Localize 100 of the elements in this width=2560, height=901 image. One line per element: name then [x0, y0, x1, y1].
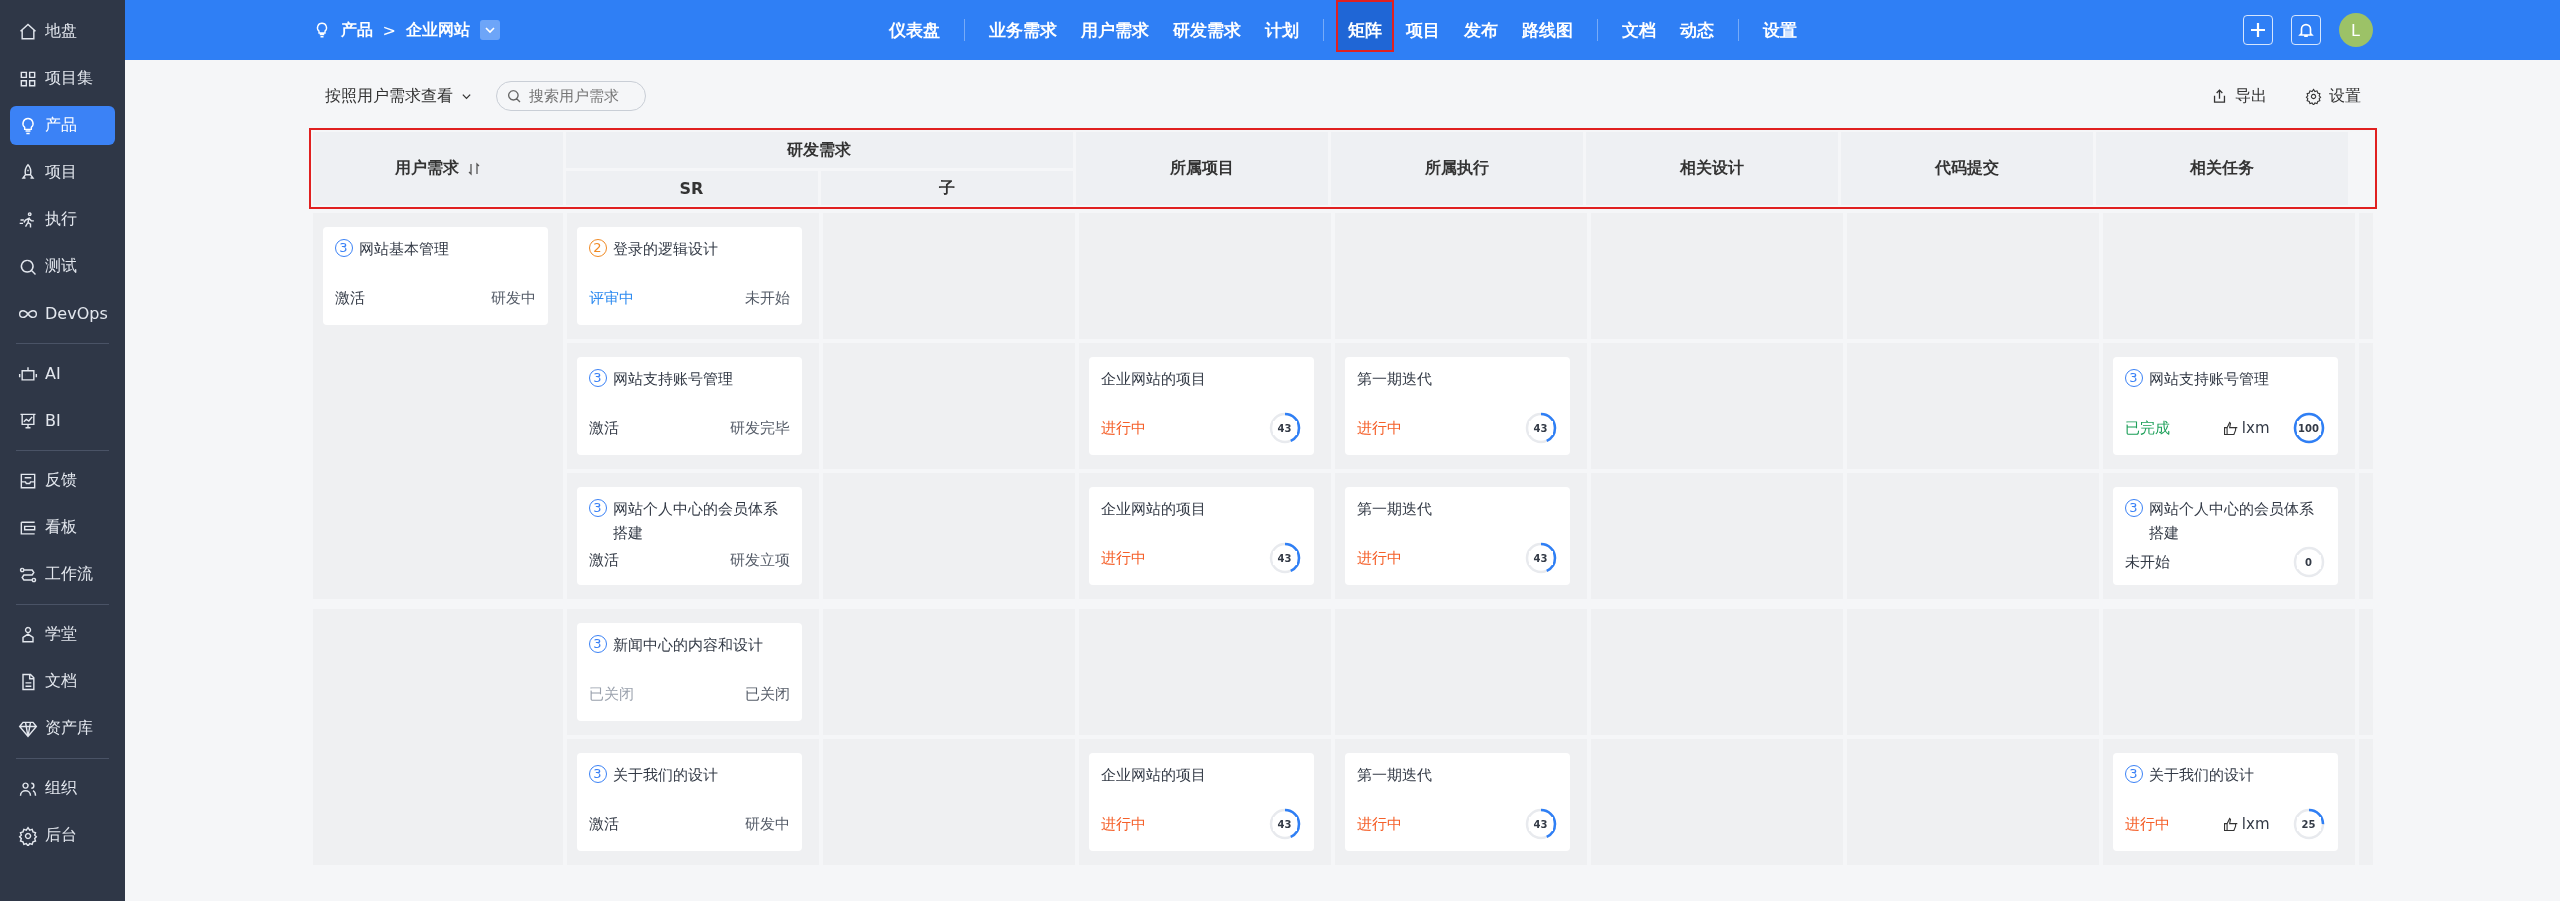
progress-value: 43	[1272, 817, 1297, 831]
export-button[interactable]: 导出	[2210, 85, 2267, 107]
card-title: 关于我们的设计	[612, 765, 718, 786]
stage-text: 研发完毕	[729, 418, 790, 438]
progress-value: 43	[1528, 551, 1553, 565]
column-header: 所属执行	[1330, 132, 1583, 205]
nav-tab[interactable]: 用户需求	[1068, 0, 1161, 52]
stage-text: 研发立项	[729, 550, 790, 570]
search-field[interactable]: 搜索用户需求	[495, 81, 646, 111]
card-title: 网站个人中心的会员体系搭建	[612, 499, 779, 544]
sidebar-item[interactable]: 资产库	[10, 709, 115, 748]
requirement-card[interactable]: 3 网站个人中心的会员体系搭建 激活 研发立项	[576, 487, 802, 585]
status-text: 进行中	[1356, 548, 1402, 568]
sidebar-item[interactable]: 反馈	[10, 461, 115, 500]
status-text: 进行中	[1100, 548, 1146, 568]
assignee-name: lxm	[2241, 419, 2270, 437]
task-card[interactable]: 3 网站个人中心的会员体系搭建 未开始 0	[2112, 487, 2338, 585]
project-card[interactable]: 第一期迭代 进行中 43	[1344, 357, 1570, 455]
project-card[interactable]: 企业网站的项目 进行中 43	[1088, 357, 1314, 455]
project-card[interactable]: 企业网站的项目 进行中 43	[1088, 753, 1314, 851]
status-text: 激活	[588, 814, 619, 834]
requirement-card[interactable]: 3 新闻中心的内容和设计 已关闭 已关闭	[576, 623, 802, 721]
requirement-card[interactable]: 3 网站支持账号管理 激活 研发完毕	[576, 357, 802, 455]
card-title: 企业网站的项目	[1100, 369, 1206, 390]
column-header: 代码提交	[1840, 132, 2093, 205]
add-button[interactable]	[2242, 15, 2273, 45]
card-title: 企业网站的项目	[1100, 499, 1206, 520]
sidebar-item[interactable]: DevOps	[10, 294, 115, 333]
sidebar-item[interactable]: 执行	[10, 200, 115, 239]
status-text: 进行中	[2124, 814, 2170, 834]
nav-tab[interactable]: 研发需求	[1160, 0, 1253, 52]
nav-tab[interactable]: 路线图	[1509, 0, 1585, 52]
card-title: 第一期迭代	[1356, 499, 1432, 520]
status-text: 进行中	[1100, 418, 1146, 438]
card-title: 登录的逻辑设计	[612, 239, 718, 260]
sidebar-item[interactable]: 组织	[10, 769, 115, 808]
stage-text: 研发中	[490, 288, 536, 308]
sidebar-item[interactable]: 地盘	[10, 12, 115, 51]
progress-value: 0	[2296, 555, 2321, 569]
task-card[interactable]: 3 网站支持账号管理 已完成 lxm 100	[2112, 357, 2338, 455]
notification-button[interactable]	[2290, 15, 2321, 45]
card-title: 网站个人中心的会员体系搭建	[2148, 499, 2315, 544]
view-dropdown[interactable]: 按照用户需求查看	[324, 85, 472, 107]
sidebar-item[interactable]: BI	[10, 401, 115, 440]
sidebar-item[interactable]: 项目集	[10, 59, 115, 98]
settings-button[interactable]: 设置	[2304, 85, 2361, 107]
nav-tab[interactable]: 文档	[1609, 0, 1668, 52]
column-header: SR	[565, 171, 818, 205]
settings-icon	[2304, 87, 2322, 105]
column-header[interactable]: 用户需求	[312, 132, 563, 205]
card-title: 第一期迭代	[1356, 765, 1432, 786]
project-card[interactable]: 第一期迭代 进行中 43	[1344, 753, 1570, 851]
column-header: 子	[820, 171, 1073, 205]
column-header: 相关设计	[1585, 132, 1838, 205]
pointing-hand-icon	[2221, 419, 2239, 437]
project-card[interactable]: 企业网站的项目 进行中 43	[1088, 487, 1314, 585]
requirement-card[interactable]: 2 登录的逻辑设计 评审中 未开始	[576, 227, 802, 325]
progress-value: 43	[1528, 421, 1553, 435]
sidebar-item[interactable]: 测试	[10, 247, 115, 286]
card-title: 新闻中心的内容和设计	[612, 635, 763, 656]
sidebar-item[interactable]: 文档	[10, 662, 115, 701]
sidebar-item[interactable]: AI	[10, 354, 115, 393]
card-title: 网站基本管理	[358, 239, 449, 260]
product-name[interactable]: 企业网站	[405, 19, 470, 41]
nav-tab[interactable]: 设置	[1750, 0, 1809, 52]
product-dropdown-button[interactable]	[479, 20, 500, 40]
nav-tab[interactable]: 业务需求	[976, 0, 1069, 52]
sidebar-item[interactable]: 后台	[10, 816, 115, 855]
nav-tab[interactable]: 仪表盘	[876, 0, 952, 52]
nav-tab[interactable]: 矩阵	[1335, 0, 1394, 52]
sidebar-item[interactable]: 项目	[10, 153, 115, 192]
sidebar-item[interactable]: 产品	[10, 106, 115, 145]
breadcrumb-link[interactable]: 产品	[340, 19, 373, 41]
task-card[interactable]: 3 关于我们的设计 进行中 lxm 25	[2112, 753, 2338, 851]
column-header: 研发需求	[565, 132, 1073, 168]
settings-icon	[18, 825, 38, 846]
progress-value: 43	[1272, 551, 1297, 565]
requirement-card[interactable]: 3 关于我们的设计 激活 研发中	[576, 753, 802, 851]
nav-tab[interactable]: 计划	[1252, 0, 1311, 52]
status-text: 进行中	[1356, 418, 1402, 438]
sidebar-item[interactable]: 工作流	[10, 555, 115, 594]
sort-icon[interactable]	[466, 161, 481, 176]
bell-icon	[2296, 21, 2315, 39]
status-text: 激活	[588, 418, 619, 438]
card-title: 第一期迭代	[1356, 369, 1432, 390]
nav-tab[interactable]: 项目	[1393, 0, 1452, 52]
progress-value: 43	[1272, 421, 1297, 435]
progress-value: 25	[2296, 817, 2321, 831]
card-title: 网站支持账号管理	[2148, 369, 2269, 390]
column-header: 所属项目	[1075, 132, 1328, 205]
stage-text: 已关闭	[744, 684, 790, 704]
sidebar-item[interactable]: 看板	[10, 508, 115, 547]
assignee-name: lxm	[2241, 815, 2270, 833]
nav-tab[interactable]: 动态	[1667, 0, 1726, 52]
status-text: 评审中	[588, 288, 634, 308]
card-title: 关于我们的设计	[2148, 765, 2254, 786]
story-card[interactable]: 3 网站基本管理 激活 研发中	[322, 227, 548, 325]
sidebar-item[interactable]: 学堂	[10, 615, 115, 654]
nav-tab[interactable]: 发布	[1451, 0, 1510, 52]
project-card[interactable]: 第一期迭代 进行中 43	[1344, 487, 1570, 585]
